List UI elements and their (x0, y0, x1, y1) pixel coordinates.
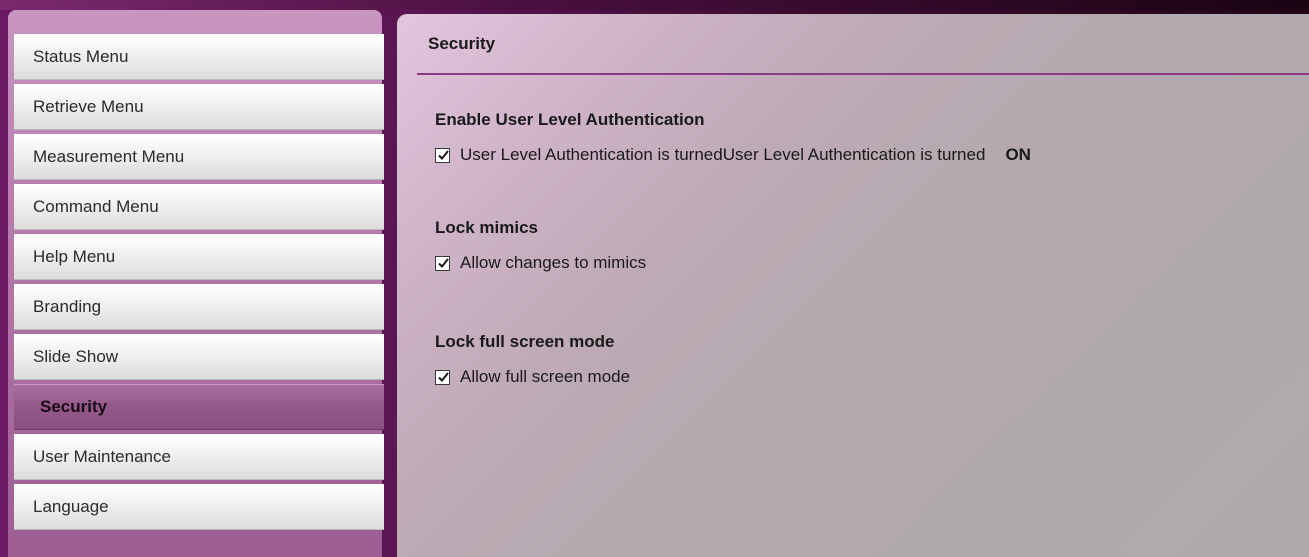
checkbox-row: Allow full screen mode (435, 367, 630, 387)
security-panel: Security Enable User Level Authenticatio… (397, 14, 1309, 557)
allow-full-screen-checkbox[interactable] (435, 369, 450, 385)
checkmark-icon (438, 257, 449, 268)
checkbox-row: User Level Authentication is turnedUser … (435, 145, 1031, 165)
section-user-level-authentication: Enable User Level Authentication User Le… (435, 110, 1031, 165)
section-heading: Lock mimics (435, 218, 538, 237)
checkbox-row: Allow changes to mimics (435, 253, 646, 273)
sidebar-item-command-menu[interactable]: Command Menu (14, 184, 384, 230)
section-lock-full-screen: Lock full screen mode Allow full screen … (435, 332, 630, 387)
checkmark-icon (438, 149, 449, 160)
sidebar-item-slide-show[interactable]: Slide Show (14, 334, 384, 380)
checkbox-label: Allow full screen mode (460, 367, 631, 386)
sidebar: Status Menu Retrieve Menu Measurement Me… (8, 10, 384, 557)
user-level-auth-checkbox[interactable] (435, 147, 450, 163)
section-lock-mimics: Lock mimics Allow changes to mimics (435, 218, 646, 273)
sidebar-item-status-menu[interactable]: Status Menu (14, 34, 384, 80)
checkbox-label: User Level Authentication is turnedUser … (460, 145, 986, 164)
sidebar-menu: Status Menu Retrieve Menu Measurement Me… (14, 34, 384, 534)
sidebar-item-user-maintenance[interactable]: User Maintenance (14, 434, 384, 480)
page-title: Security (428, 34, 496, 53)
title-divider (417, 73, 1309, 75)
sidebar-item-security[interactable]: Security (14, 384, 384, 430)
sidebar-item-retrieve-menu[interactable]: Retrieve Menu (14, 84, 384, 130)
status-label: ON (1005, 145, 1031, 164)
allow-mimic-changes-checkbox[interactable] (435, 255, 450, 271)
sidebar-item-help-menu[interactable]: Help Menu (14, 234, 384, 280)
section-heading: Enable User Level Authentication (435, 110, 705, 129)
section-heading: Lock full screen mode (435, 332, 615, 351)
sidebar-item-branding[interactable]: Branding (14, 284, 384, 330)
checkmark-icon (438, 371, 449, 382)
checkbox-label: Allow changes to mimics (460, 253, 647, 272)
window-top-band (0, 0, 1309, 10)
sidebar-item-language[interactable]: Language (14, 484, 384, 530)
sidebar-item-measurement-menu[interactable]: Measurement Menu (14, 134, 384, 180)
